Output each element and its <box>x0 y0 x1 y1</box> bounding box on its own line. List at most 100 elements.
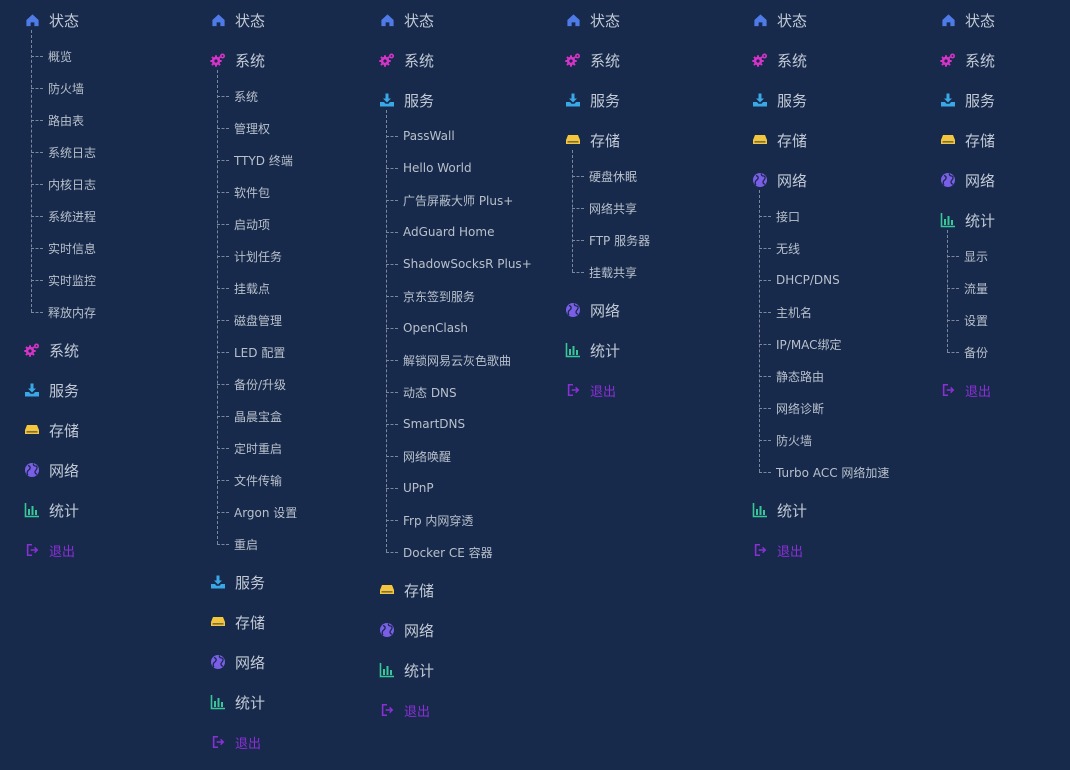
menu-item-network[interactable]: 网络 <box>940 160 995 200</box>
submenu-item[interactable]: 动态 DNS <box>386 376 532 408</box>
menu-item-storage[interactable]: 存储 <box>379 570 532 610</box>
submenu-item[interactable]: 挂载共享 <box>572 256 650 288</box>
submenu-item[interactable]: 无线 <box>759 232 889 264</box>
submenu-item[interactable]: OpenClash <box>386 312 532 344</box>
submenu-item[interactable]: 流量 <box>947 272 995 304</box>
submenu-item[interactable]: 接口 <box>759 200 889 232</box>
menu-item-system[interactable]: 系统 <box>565 40 650 80</box>
submenu-item[interactable]: DHCP/DNS <box>759 264 889 296</box>
submenu-item[interactable]: Argon 设置 <box>217 496 297 528</box>
submenu-item[interactable]: 设置 <box>947 304 995 336</box>
submenu-item[interactable]: 路由表 <box>31 104 96 136</box>
menu-item-network[interactable]: 网络 <box>24 450 96 490</box>
menu-item-logout[interactable]: 退出 <box>24 530 96 570</box>
gear-icon <box>210 52 226 68</box>
submenu-item[interactable]: LED 配置 <box>217 336 297 368</box>
submenu-item[interactable]: 启动项 <box>217 208 297 240</box>
menu-item-service[interactable]: 服务 <box>210 562 297 602</box>
menu-item-service[interactable]: 服务 <box>379 80 532 120</box>
menu-item-system[interactable]: 系统 <box>752 40 889 80</box>
menu-item-system[interactable]: 系统 <box>210 40 297 80</box>
submenu-item[interactable]: 磁盘管理 <box>217 304 297 336</box>
submenu-item[interactable]: IP/MAC绑定 <box>759 328 889 360</box>
submenu-item[interactable]: ShadowSocksR Plus+ <box>386 248 532 280</box>
menu-item-storage[interactable]: 存储 <box>940 120 995 160</box>
submenu-item[interactable]: 京东签到服务 <box>386 280 532 312</box>
submenu-item[interactable]: FTP 服务器 <box>572 224 650 256</box>
submenu-item[interactable]: 软件包 <box>217 176 297 208</box>
menu-item-storage[interactable]: 存储 <box>24 410 96 450</box>
menu-item-storage[interactable]: 存储 <box>565 120 650 160</box>
submenu-item[interactable]: 广告屏蔽大师 Plus+ <box>386 184 532 216</box>
menu-item-status[interactable]: 状态 <box>565 0 650 40</box>
menu-item-logout[interactable]: 退出 <box>940 370 995 410</box>
submenu-item[interactable]: PassWall <box>386 120 532 152</box>
menu-item-network[interactable]: 网络 <box>752 160 889 200</box>
submenu-item[interactable]: 防火墙 <box>31 72 96 104</box>
submenu-item[interactable]: 网络诊断 <box>759 392 889 424</box>
submenu-item[interactable]: 系统进程 <box>31 200 96 232</box>
submenu-item[interactable]: 显示 <box>947 240 995 272</box>
submenu-item[interactable]: 概览 <box>31 40 96 72</box>
menu-item-logout[interactable]: 退出 <box>379 690 532 730</box>
submenu-item[interactable]: 静态路由 <box>759 360 889 392</box>
menu-item-network[interactable]: 网络 <box>210 642 297 682</box>
submenu-item[interactable]: 重启 <box>217 528 297 560</box>
menu-item-storage[interactable]: 存储 <box>752 120 889 160</box>
submenu-item[interactable]: 挂载点 <box>217 272 297 304</box>
submenu-item[interactable]: 备份 <box>947 336 995 368</box>
menu-item-system[interactable]: 系统 <box>379 40 532 80</box>
menu-item-storage[interactable]: 存储 <box>210 602 297 642</box>
submenu-item[interactable]: 文件传输 <box>217 464 297 496</box>
menu-item-network[interactable]: 网络 <box>565 290 650 330</box>
menu-item-logout[interactable]: 退出 <box>752 530 889 570</box>
submenu-item[interactable]: Turbo ACC 网络加速 <box>759 456 889 488</box>
submenu-item[interactable]: 实时监控 <box>31 264 96 296</box>
bar-chart-icon <box>24 502 40 518</box>
menu-item-stats[interactable]: 统计 <box>752 490 889 530</box>
menu-item-stats[interactable]: 统计 <box>379 650 532 690</box>
submenu-item[interactable]: 防火墙 <box>759 424 889 456</box>
submenu-item[interactable]: Frp 内网穿透 <box>386 504 532 536</box>
menu-item-status[interactable]: 状态 <box>24 0 96 40</box>
menu-item-status[interactable]: 状态 <box>940 0 995 40</box>
menu-item-system[interactable]: 系统 <box>24 330 96 370</box>
submenu-item[interactable]: 管理权 <box>217 112 297 144</box>
menu-item-stats[interactable]: 统计 <box>210 682 297 722</box>
submenu-item[interactable]: TTYD 终端 <box>217 144 297 176</box>
submenu-item[interactable]: SmartDNS <box>386 408 532 440</box>
submenu-item[interactable]: 系统日志 <box>31 136 96 168</box>
submenu-item[interactable]: 主机名 <box>759 296 889 328</box>
menu-item-network[interactable]: 网络 <box>379 610 532 650</box>
submenu-item[interactable]: 硬盘休眠 <box>572 160 650 192</box>
submenu-item[interactable]: 释放内存 <box>31 296 96 328</box>
menu-item-system[interactable]: 系统 <box>940 40 995 80</box>
menu-item-status[interactable]: 状态 <box>752 0 889 40</box>
submenu-item[interactable]: UPnP <box>386 472 532 504</box>
menu-item-stats[interactable]: 统计 <box>565 330 650 370</box>
submenu-item[interactable]: 网络唤醒 <box>386 440 532 472</box>
menu-item-service[interactable]: 服务 <box>24 370 96 410</box>
submenu-item[interactable]: 解锁网易云灰色歌曲 <box>386 344 532 376</box>
submenu-item[interactable]: 系统 <box>217 80 297 112</box>
menu-item-service[interactable]: 服务 <box>940 80 995 120</box>
menu-item-service[interactable]: 服务 <box>752 80 889 120</box>
submenu-item[interactable]: 内核日志 <box>31 168 96 200</box>
submenu-item[interactable]: 计划任务 <box>217 240 297 272</box>
submenu-item[interactable]: Docker CE 容器 <box>386 536 532 568</box>
submenu-item[interactable]: 定时重启 <box>217 432 297 464</box>
menu-item-status[interactable]: 状态 <box>379 0 532 40</box>
menu-item-status[interactable]: 状态 <box>210 0 297 40</box>
submenu-item[interactable]: 网络共享 <box>572 192 650 224</box>
menu-item-stats[interactable]: 统计 <box>24 490 96 530</box>
menu-item-service[interactable]: 服务 <box>565 80 650 120</box>
submenu-item[interactable]: AdGuard Home <box>386 216 532 248</box>
menu-item-label: 服务 <box>590 91 621 110</box>
menu-item-logout[interactable]: 退出 <box>210 722 297 762</box>
menu-item-stats[interactable]: 统计 <box>940 200 995 240</box>
submenu-item[interactable]: Hello World <box>386 152 532 184</box>
submenu-item[interactable]: 实时信息 <box>31 232 96 264</box>
menu-item-logout[interactable]: 退出 <box>565 370 650 410</box>
submenu-item[interactable]: 晶晨宝盒 <box>217 400 297 432</box>
submenu-item[interactable]: 备份/升级 <box>217 368 297 400</box>
